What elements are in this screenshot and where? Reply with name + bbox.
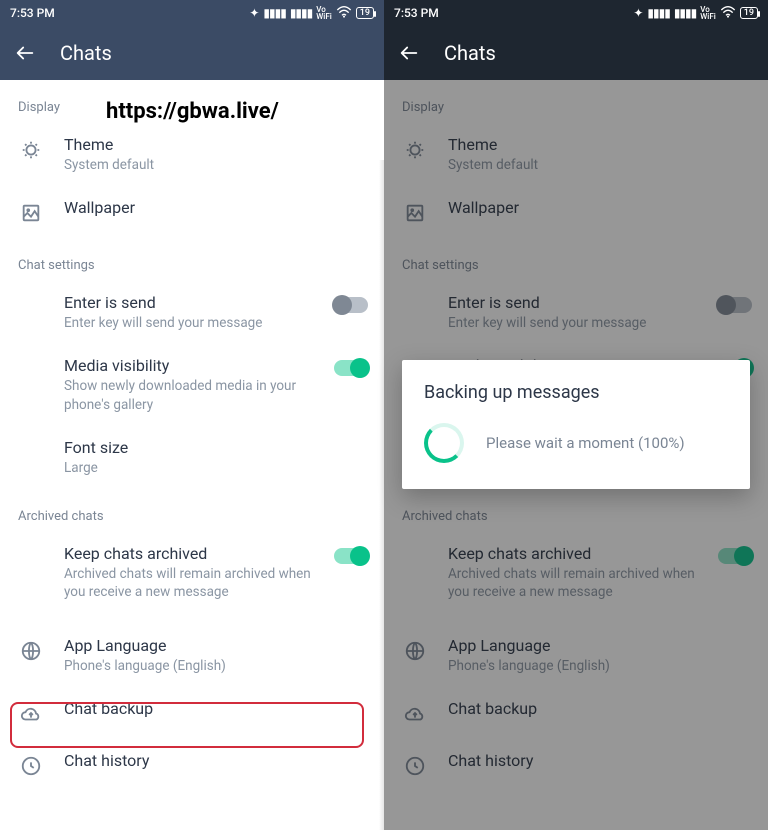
enter-send-title: Enter is send: [64, 293, 314, 312]
app-lang-sub: Phone's language (English): [64, 657, 368, 675]
signal-icon: ▮▮▮▮: [647, 6, 669, 20]
status-icons: ✦ ▮▮▮▮ ▮▮▮▮ VoWiFi 19: [249, 6, 374, 21]
signal-icon-2: ▮▮▮▮: [290, 6, 312, 20]
wallpaper-row[interactable]: Wallpaper: [0, 186, 384, 238]
chat-history-row[interactable]: Chat history: [0, 739, 384, 791]
backup-dialog: Backing up messages Please wait a moment…: [402, 360, 750, 489]
status-icons: ✦ ▮▮▮▮ ▮▮▮▮ VoWiFi 19: [633, 6, 758, 21]
theme-title: Theme: [64, 135, 368, 154]
media-vis-title: Media visibility: [64, 356, 314, 375]
bluetooth-icon: ✦: [249, 6, 259, 20]
history-icon: [18, 753, 44, 779]
keep-arch-sub: Archived chats will remain archived when…: [64, 565, 314, 601]
chat-history-title: Chat history: [64, 751, 368, 770]
wifi-icon: [720, 6, 736, 21]
enter-send-sub: Enter key will send your message: [64, 314, 314, 332]
section-archived: Archived chats: [0, 489, 384, 532]
header-title: Chats: [444, 41, 496, 65]
app-header: Chats: [384, 26, 768, 80]
battery-icon: 19: [356, 7, 374, 19]
wallpaper-title: Wallpaper: [64, 198, 368, 217]
right-screenshot: 7:53 PM ✦ ▮▮▮▮ ▮▮▮▮ VoWiFi 19 Chats Disp…: [384, 0, 768, 830]
wifi-icon: [336, 6, 352, 21]
status-bar: 7:53 PM ✦ ▮▮▮▮ ▮▮▮▮ VoWiFi 19: [0, 0, 384, 26]
font-size-sub: Large: [64, 459, 368, 477]
status-bar: 7:53 PM ✦ ▮▮▮▮ ▮▮▮▮ VoWiFi 19: [384, 0, 768, 26]
section-chat-settings: Chat settings: [0, 238, 384, 281]
theme-icon: [18, 137, 44, 163]
keep-arch-toggle[interactable]: [334, 548, 368, 564]
keep-archived-row[interactable]: Keep chats archived Archived chats will …: [0, 532, 384, 613]
dialog-text: Please wait a moment (100%): [486, 434, 685, 452]
watermark-text: https://gbwa.live/: [106, 99, 279, 124]
font-size-row[interactable]: Font size Large: [0, 426, 384, 489]
status-time: 7:53 PM: [394, 6, 439, 20]
header-title: Chats: [60, 41, 112, 65]
battery-icon: 19: [740, 7, 758, 19]
cloud-upload-icon: [18, 701, 44, 727]
keep-arch-title: Keep chats archived: [64, 544, 314, 563]
left-screenshot: 7:53 PM ✦ ▮▮▮▮ ▮▮▮▮ VoWiFi 19 Chats http…: [0, 0, 384, 830]
app-lang-title: App Language: [64, 636, 368, 655]
signal-icon: ▮▮▮▮: [263, 6, 285, 20]
spinner-icon: [424, 423, 464, 463]
chat-backup-title: Chat backup: [64, 699, 368, 718]
vowifi-icon: VoWiFi: [700, 6, 716, 20]
font-size-title: Font size: [64, 438, 368, 457]
media-visibility-row[interactable]: Media visibility Show newly downloaded m…: [0, 344, 384, 425]
globe-icon: [18, 638, 44, 664]
dialog-title: Backing up messages: [424, 382, 728, 403]
app-language-row[interactable]: App Language Phone's language (English): [0, 624, 384, 687]
signal-icon-2: ▮▮▮▮: [674, 6, 696, 20]
chat-backup-row[interactable]: Chat backup: [0, 687, 384, 739]
back-arrow-icon[interactable]: [14, 42, 36, 64]
media-vis-sub: Show newly downloaded media in your phon…: [64, 377, 314, 413]
wallpaper-icon: [18, 200, 44, 226]
back-arrow-icon[interactable]: [398, 42, 420, 64]
settings-scroll[interactable]: https://gbwa.live/ Display Theme System …: [0, 80, 384, 830]
enter-send-row[interactable]: Enter is send Enter key will send your m…: [0, 281, 384, 344]
bluetooth-icon: ✦: [633, 6, 643, 20]
status-time: 7:53 PM: [10, 6, 55, 20]
theme-row[interactable]: Theme System default: [0, 123, 384, 186]
theme-sub: System default: [64, 156, 368, 174]
media-vis-toggle[interactable]: [334, 360, 368, 376]
app-header: Chats: [0, 26, 384, 80]
enter-send-toggle[interactable]: [334, 297, 368, 313]
vowifi-icon: VoWiFi: [316, 6, 332, 20]
